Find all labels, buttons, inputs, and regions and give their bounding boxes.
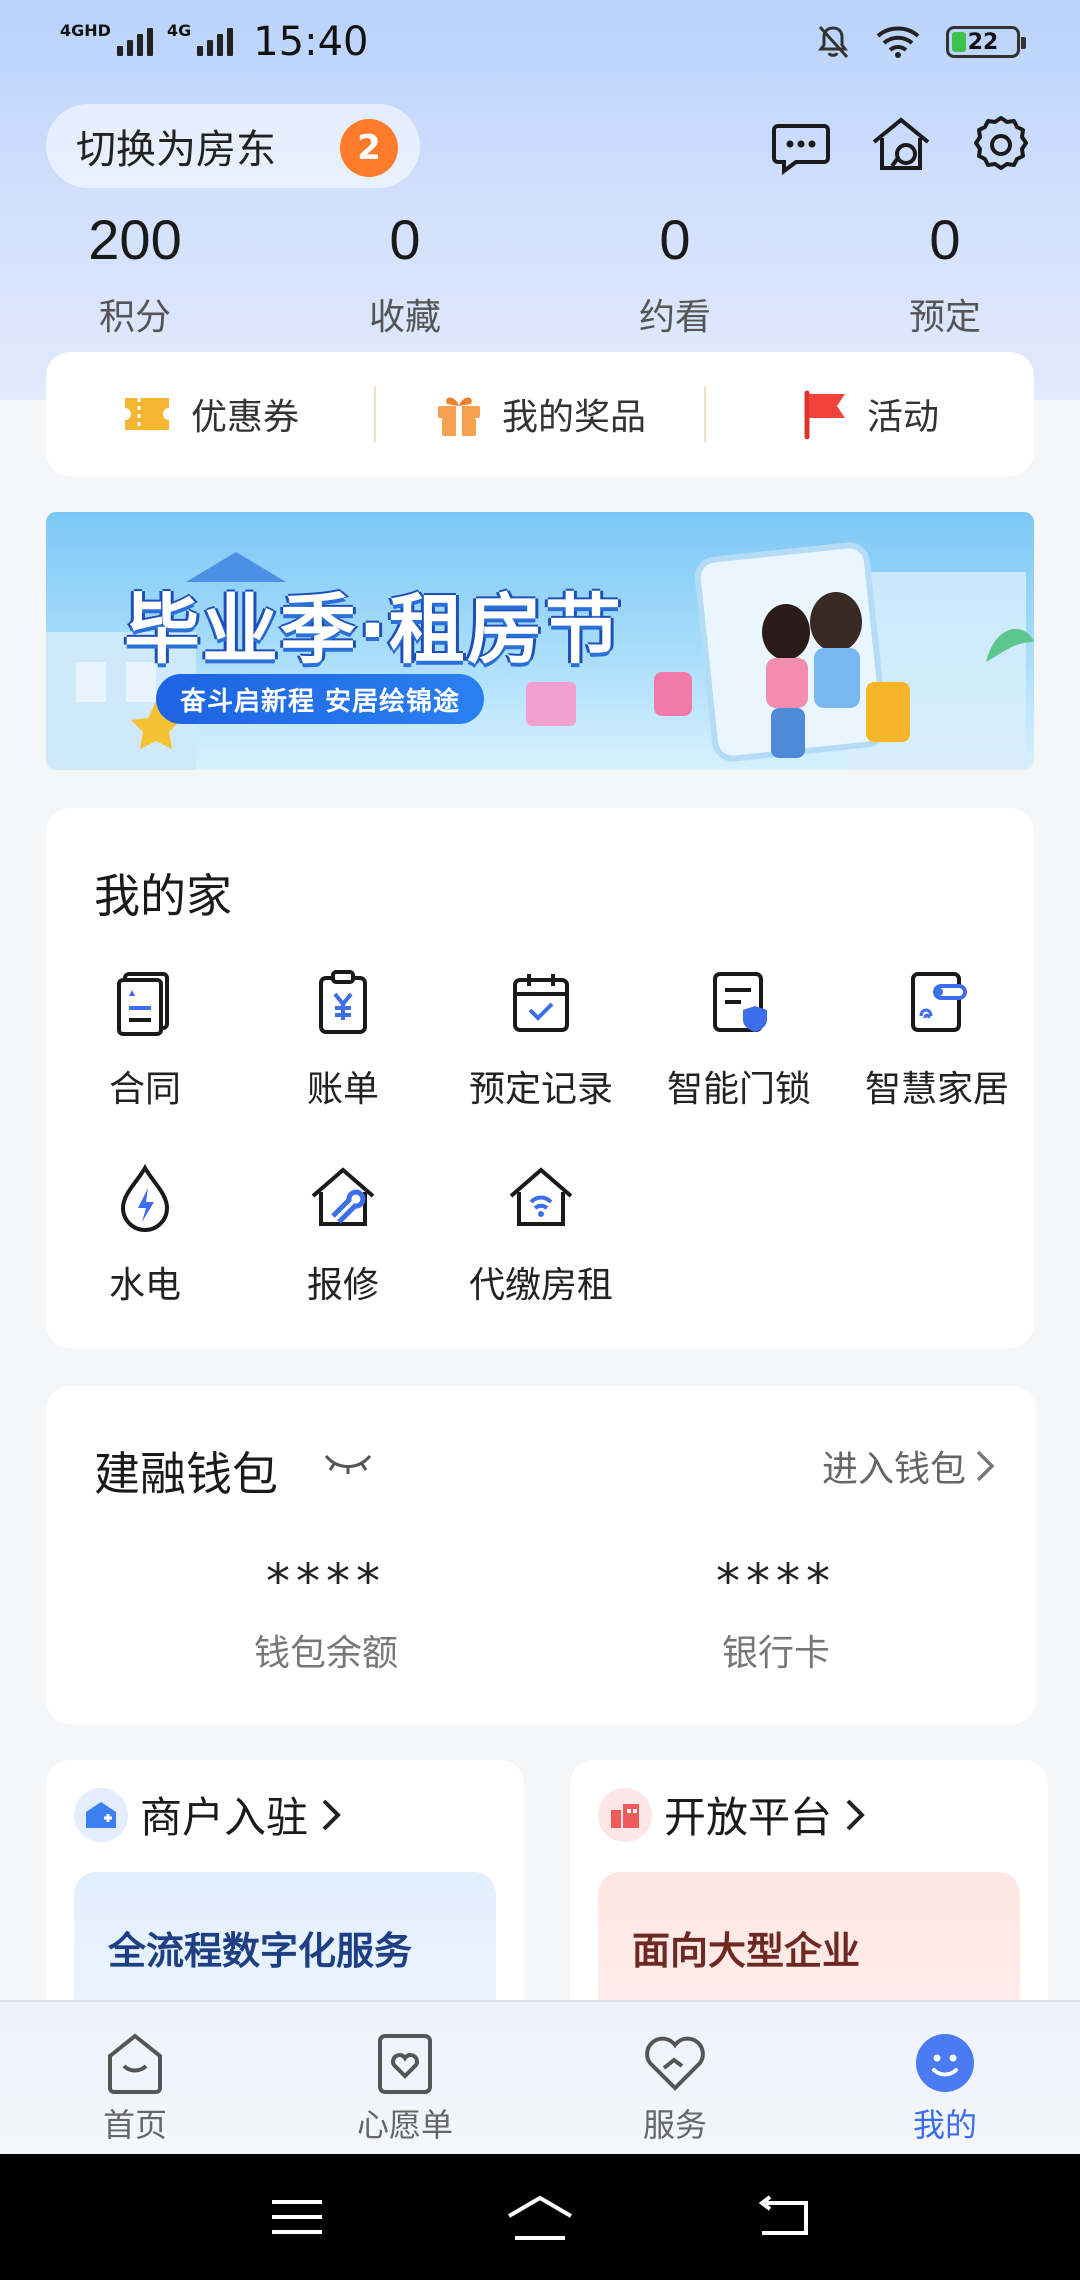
coupon-button[interactable]: 优惠券 — [46, 388, 374, 440]
house-switch-icon[interactable] — [868, 112, 934, 178]
system-navigation-bar — [0, 2154, 1080, 2280]
open-platform-card[interactable]: 开放平台 面向大型企业 — [570, 1760, 1048, 2020]
switch-label: 切换为房东 — [76, 127, 276, 173]
enter-wallet-link[interactable]: 进入钱包 — [822, 1440, 996, 1492]
mute-bell-icon — [818, 25, 849, 59]
tab-service[interactable]: 服务 — [540, 2002, 810, 2154]
service-icon — [645, 2036, 705, 2091]
merchant-desc: 全流程数字化服务 — [108, 1929, 413, 1973]
wallet-section: 建融钱包 进入钱包 **** 钱包余额 **** 银行卡 — [46, 1386, 1036, 1724]
banner-title: 毕业季·租房节 — [124, 585, 623, 674]
home-item-bill[interactable]: 账单 — [244, 966, 442, 1112]
quick-actions: 优惠券 我的奖品 活动 — [46, 352, 1034, 476]
rent-pay-icon — [509, 1167, 573, 1226]
chevron-right-icon — [976, 1450, 995, 1482]
my-prizes-button[interactable]: 我的奖品 — [376, 388, 704, 440]
stats-row: 200 积分 0 收藏 0 约看 0 预定 — [0, 208, 1080, 340]
back-icon[interactable] — [756, 2195, 810, 2239]
tab-wishlist[interactable]: 心愿单 — [270, 2002, 540, 2154]
contract-icon — [117, 972, 169, 1036]
promo-banner[interactable]: 毕业季·租房节 奋斗启新程 安居绘锦途 — [46, 512, 1034, 770]
menu-icon[interactable] — [270, 2197, 324, 2237]
merchant-icon — [74, 1787, 128, 1842]
signal-icon-2: 4G — [167, 21, 234, 56]
utilities-icon — [120, 1163, 170, 1232]
smart-home-icon — [911, 972, 967, 1032]
home-item-smart-home[interactable]: 智慧家居 — [838, 966, 1036, 1112]
banner-subtitle: 奋斗启新程 安居绘锦途 — [156, 674, 485, 724]
home-item-utilities[interactable]: 水电 — [46, 1162, 244, 1308]
tab-profile[interactable]: 我的 — [810, 2002, 1080, 2154]
home-item-reservation-record[interactable]: 预定记录 — [442, 966, 640, 1112]
calendar-icon — [513, 974, 569, 1032]
home-nav-icon[interactable] — [505, 2194, 575, 2240]
my-home-section: 我的家 合同 账单 预定记录 智能门锁 智慧家居 水电 报修 代缴房租 — [46, 808, 1034, 1348]
repair-icon — [311, 1167, 375, 1226]
battery-icon: 22 — [946, 26, 1026, 58]
message-icon[interactable] — [768, 112, 834, 178]
switch-to-landlord-button[interactable]: 切换为房东 2 — [46, 104, 420, 188]
bottom-tab-bar: 首页 心愿单 服务 我的 — [0, 2000, 1080, 2154]
home-tab-icon — [108, 2033, 162, 2094]
status-bar: 4GHD 4G 15:40 22 — [0, 0, 1080, 84]
home-item-rent-payment[interactable]: 代缴房租 — [442, 1162, 640, 1308]
home-item-contract[interactable]: 合同 — [46, 966, 244, 1112]
bank-card[interactable]: **** 银行卡 — [626, 1554, 926, 1676]
wifi-icon — [876, 26, 920, 58]
coupon-icon — [124, 398, 169, 430]
merchant-entry-card[interactable]: 商户入驻 全流程数字化服务 — [46, 1760, 524, 2020]
wallet-title: 建融钱包 — [94, 1447, 278, 1501]
status-time: 15:40 — [253, 19, 369, 65]
eye-closed-icon[interactable] — [322, 1448, 374, 1478]
stat-favorites[interactable]: 0 收藏 — [270, 208, 540, 340]
gear-icon[interactable] — [968, 112, 1034, 178]
platform-icon — [598, 1787, 652, 1842]
signal-icon: 4GHD — [60, 21, 153, 56]
bill-icon — [319, 970, 367, 1034]
chevron-right-icon — [846, 1799, 865, 1830]
home-item-smart-lock[interactable]: 智能门锁 — [640, 966, 838, 1112]
wishlist-icon — [378, 2034, 432, 2094]
chevron-right-icon — [322, 1799, 341, 1830]
profile-icon — [916, 2034, 974, 2092]
smart-lock-icon — [713, 972, 767, 1032]
switch-badge: 2 — [340, 119, 398, 177]
section-title: 我的家 — [94, 869, 232, 923]
stat-reservations[interactable]: 0 预定 — [810, 208, 1080, 340]
stat-points[interactable]: 200 积分 — [0, 208, 270, 340]
home-item-repair[interactable]: 报修 — [244, 1162, 442, 1308]
wallet-balance[interactable]: **** 钱包余额 — [176, 1554, 476, 1676]
flag-icon — [804, 390, 845, 439]
activities-button[interactable]: 活动 — [706, 388, 1034, 440]
platform-desc: 面向大型企业 — [632, 1929, 861, 1973]
stat-viewings[interactable]: 0 约看 — [540, 208, 810, 340]
tab-home[interactable]: 首页 — [0, 2002, 270, 2154]
gift-icon — [437, 397, 480, 436]
